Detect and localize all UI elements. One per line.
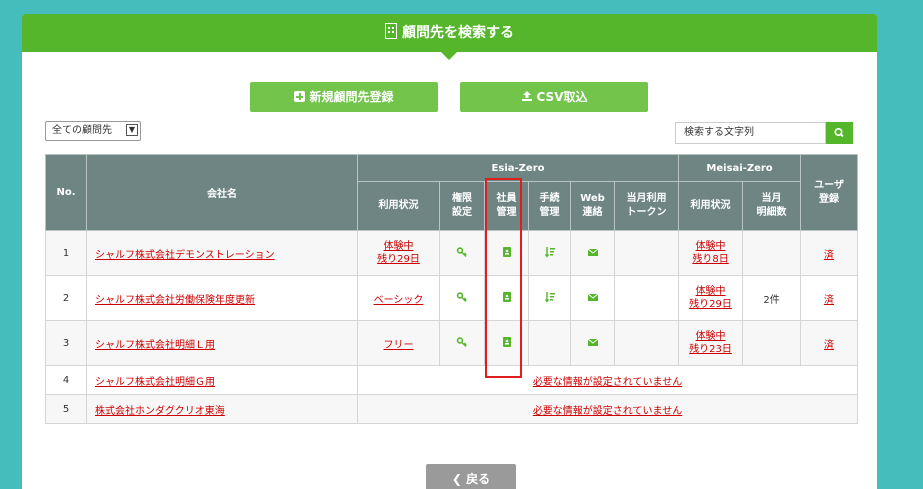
row-number: 3 <box>45 320 87 366</box>
meisai-count-cell: 2件 <box>742 275 802 321</box>
page-title: 顧問先を検索する <box>402 25 514 41</box>
table-row: 1 シャルフ株式会社デモンストレーション 体験中 残り29日 体験中 残り8日 … <box>45 230 859 276</box>
key-icon[interactable] <box>456 336 468 348</box>
chevron-down-icon: ▼ <box>126 124 138 136</box>
user-registered-link[interactable]: 済 <box>824 295 834 306</box>
id-card-icon[interactable] <box>501 246 513 258</box>
search-input[interactable]: 検索する文字列 <box>675 122 826 144</box>
key-icon[interactable] <box>456 291 468 303</box>
envelope-icon[interactable] <box>587 246 599 258</box>
header-esia-zero: Esia-Zero <box>356 154 680 182</box>
esia-status-link[interactable]: フリー <box>384 340 414 351</box>
header-permission: 権限 設定 <box>439 181 485 231</box>
back-label: 戻る <box>466 472 491 486</box>
row-number: 4 <box>45 365 87 395</box>
search-icon <box>834 128 844 138</box>
company-link[interactable]: シャルフ株式会社労働保険年度更新 <box>95 295 255 306</box>
company-link[interactable]: シャルフ株式会社明細Ｇ用 <box>95 377 215 388</box>
id-card-icon[interactable] <box>501 291 513 303</box>
header-meisai-count: 当月 明細数 <box>742 181 802 231</box>
id-card-icon[interactable] <box>501 336 513 348</box>
esia-status-link[interactable]: 体験中 残り29日 <box>377 241 420 265</box>
header-employee: 社員 管理 <box>484 181 529 231</box>
esia-status-link[interactable]: ベーシック <box>374 295 424 306</box>
missing-info-notice[interactable]: 必要な情報が設定されていません <box>533 406 682 417</box>
procedure-cell <box>528 320 571 366</box>
plus-square-icon <box>294 91 306 102</box>
search-button[interactable] <box>826 122 853 144</box>
client-filter-select[interactable]: 全ての顧問先 ▼ <box>45 121 141 141</box>
meisai-count-cell <box>742 230 802 276</box>
client-filter-value: 全ての顧問先 <box>52 125 112 136</box>
main-panel: 顧問先を検索する 新規顧問先登録 CSV取込 全ての顧問先 ▼ 検索する文字列 … <box>22 14 877 489</box>
back-button[interactable]: ❮ 戻る <box>426 464 516 489</box>
user-registered-link[interactable]: 済 <box>824 340 834 351</box>
header-company: 会社名 <box>86 154 358 231</box>
envelope-icon[interactable] <box>587 336 599 348</box>
monthly-token-cell <box>613 275 680 321</box>
table-row: 3 シャルフ株式会社明細Ｌ用 フリー 体験中 残り23日 済 <box>45 320 859 366</box>
client-table: No. 会社名 Esia-Zero Meisai-Zero ユーザ 登録 利用状… <box>45 154 859 424</box>
meisai-status-link[interactable]: 体験中 残り8日 <box>692 241 728 265</box>
header-user-registration: ユーザ 登録 <box>800 154 859 231</box>
row-number: 2 <box>45 275 87 321</box>
chevron-left-icon: ❮ <box>451 472 462 486</box>
monthly-token-cell <box>613 320 680 366</box>
new-client-label: 新規顧問先登録 <box>309 90 394 104</box>
monthly-token-cell <box>613 230 680 276</box>
meisai-count-cell <box>742 320 802 366</box>
header-pointer <box>441 52 457 60</box>
row-number: 5 <box>45 394 87 424</box>
header-procedure: 手続 管理 <box>528 181 571 231</box>
company-link[interactable]: シャルフ株式会社明細Ｌ用 <box>95 340 215 351</box>
table-row: 2 シャルフ株式会社労働保険年度更新 ベーシック 体験中 残り29日 2件 済 <box>45 275 859 321</box>
meisai-status-link[interactable]: 体験中 残り29日 <box>689 286 732 310</box>
key-icon[interactable] <box>456 246 468 258</box>
missing-info-notice[interactable]: 必要な情報が設定されていません <box>533 377 682 388</box>
header-meisai-status: 利用状況 <box>678 181 744 231</box>
company-link[interactable]: シャルフ株式会社デモンストレーション <box>95 250 275 261</box>
sort-list-icon[interactable] <box>544 246 556 258</box>
table-row: 5 株式会社ホンダグクリオ東海 必要な情報が設定されていません <box>45 394 859 424</box>
meisai-status-link[interactable]: 体験中 残り23日 <box>689 331 732 355</box>
page-header: 顧問先を検索する <box>22 14 877 52</box>
row-number: 1 <box>45 230 87 276</box>
csv-import-label: CSV取込 <box>536 90 588 104</box>
header-esia-status: 利用状況 <box>357 181 440 231</box>
building-icon <box>385 23 397 39</box>
header-no: No. <box>45 154 87 231</box>
sort-list-icon[interactable] <box>544 291 556 303</box>
csv-import-button[interactable]: CSV取込 <box>460 82 648 112</box>
header-web-contact: Web 連絡 <box>570 181 615 231</box>
new-client-button[interactable]: 新規顧問先登録 <box>250 82 438 112</box>
upload-icon <box>521 91 532 101</box>
header-monthly-token: 当月利用 トークン <box>613 181 680 231</box>
company-link[interactable]: 株式会社ホンダグクリオ東海 <box>95 406 225 417</box>
envelope-icon[interactable] <box>587 291 599 303</box>
header-meisai-zero: Meisai-Zero <box>678 154 802 182</box>
table-row: 4 シャルフ株式会社明細Ｇ用 必要な情報が設定されていません <box>45 365 859 395</box>
user-registered-link[interactable]: 済 <box>824 250 834 261</box>
